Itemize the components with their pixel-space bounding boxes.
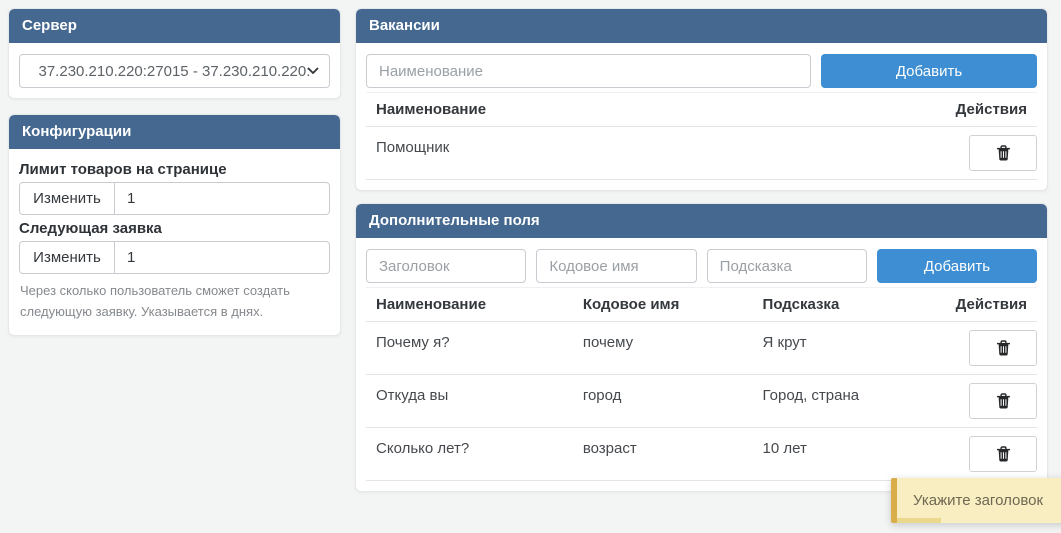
extra-fields-panel-body: Добавить Наименование Кодовое имя Подска… bbox=[356, 238, 1047, 491]
vacancies-panel-body: Добавить Наименование Действия Помощник bbox=[356, 43, 1047, 190]
config-panel-body: Лимит товаров на странице Изменить Следу… bbox=[9, 149, 340, 335]
field-hint-cell: Город, страна bbox=[753, 375, 946, 428]
server-panel-body: 37.230.210.220:27015 - 37.230.210.220:27… bbox=[9, 43, 340, 98]
toast-message: Укажите заголовок bbox=[913, 492, 1043, 509]
vacancies-col-actions: Действия bbox=[946, 93, 1037, 127]
field-name-cell: Откуда вы bbox=[366, 375, 573, 428]
vacancy-name-input[interactable] bbox=[366, 54, 811, 88]
config-panel-title: Конфигурации bbox=[22, 123, 131, 140]
chevron-down-icon bbox=[307, 67, 319, 75]
vacancy-add-button[interactable]: Добавить bbox=[821, 54, 1037, 88]
extra-fields-col-hint: Подсказка bbox=[753, 288, 946, 322]
right-column: Вакансии Добавить Наименование Действия bbox=[355, 8, 1048, 492]
trash-icon bbox=[996, 446, 1011, 463]
trash-icon bbox=[996, 393, 1011, 410]
extra-fields-table: Наименование Кодовое имя Подсказка Дейст… bbox=[366, 287, 1037, 481]
field-delete-button[interactable] bbox=[969, 436, 1037, 472]
page: Сервер 37.230.210.220:27015 - 37.230.210… bbox=[0, 0, 1061, 500]
trash-icon bbox=[996, 145, 1011, 162]
limit-field-label: Лимит товаров на странице bbox=[19, 161, 330, 178]
toast-notification[interactable]: Укажите заголовок bbox=[891, 478, 1061, 523]
table-row: Сколько лет? возраст 10 лет bbox=[366, 428, 1037, 481]
config-panel: Конфигурации Лимит товаров на странице И… bbox=[8, 114, 341, 336]
extra-field-code-input[interactable] bbox=[536, 249, 696, 283]
field-name-cell: Почему я? bbox=[366, 322, 573, 375]
extra-fields-panel-header: Дополнительные поля bbox=[356, 204, 1047, 238]
server-panel-header: Сервер bbox=[9, 9, 340, 43]
extra-field-add-row: Добавить bbox=[366, 249, 1037, 283]
extra-fields-col-name: Наименование bbox=[366, 288, 573, 322]
left-column: Сервер 37.230.210.220:27015 - 37.230.210… bbox=[8, 8, 341, 492]
next-request-help-text: Через сколько пользователь сможет создат… bbox=[20, 281, 329, 323]
vacancies-table: Наименование Действия Помощник bbox=[366, 92, 1037, 180]
extra-fields-col-code: Кодовое имя bbox=[573, 288, 753, 322]
vacancies-panel-title: Вакансии bbox=[369, 17, 440, 34]
extra-fields-panel-title: Дополнительные поля bbox=[369, 212, 540, 229]
server-select-value: 37.230.210.220:27015 - 37.230.210.220:27… bbox=[39, 63, 311, 80]
vacancies-table-header-row: Наименование Действия bbox=[366, 93, 1037, 127]
limit-input-group: Изменить bbox=[19, 182, 330, 215]
extra-fields-table-header-row: Наименование Кодовое имя Подсказка Дейст… bbox=[366, 288, 1037, 322]
vacancies-panel: Вакансии Добавить Наименование Действия bbox=[355, 8, 1048, 191]
next-request-input-group: Изменить bbox=[19, 241, 330, 274]
next-request-field-label: Следующая заявка bbox=[19, 220, 330, 237]
vacancies-panel-header: Вакансии bbox=[356, 9, 1047, 43]
field-hint-cell: 10 лет bbox=[753, 428, 946, 481]
extra-field-add-button[interactable]: Добавить bbox=[877, 249, 1037, 283]
limit-input[interactable] bbox=[115, 182, 330, 215]
extra-fields-col-actions: Действия bbox=[946, 288, 1037, 322]
extra-field-title-input[interactable] bbox=[366, 249, 526, 283]
vacancies-col-name: Наименование bbox=[366, 93, 946, 127]
extra-fields-panel: Дополнительные поля Добавить Наименовани… bbox=[355, 203, 1048, 492]
field-delete-button[interactable] bbox=[969, 330, 1037, 366]
field-delete-button[interactable] bbox=[969, 383, 1037, 419]
extra-field-hint-input[interactable] bbox=[707, 249, 867, 283]
table-row: Почему я? почему Я крут bbox=[366, 322, 1037, 375]
field-name-cell: Сколько лет? bbox=[366, 428, 573, 481]
trash-icon bbox=[996, 340, 1011, 357]
vacancy-name-cell: Помощник bbox=[366, 127, 946, 180]
toast-progress-bar bbox=[897, 518, 941, 523]
config-panel-header: Конфигурации bbox=[9, 115, 340, 149]
server-select[interactable]: 37.230.210.220:27015 - 37.230.210.220:27… bbox=[19, 54, 330, 88]
vacancy-add-row: Добавить bbox=[366, 54, 1037, 88]
limit-change-button[interactable]: Изменить bbox=[19, 182, 115, 215]
field-code-cell: почему bbox=[573, 322, 753, 375]
vacancy-delete-button[interactable] bbox=[969, 135, 1037, 171]
table-row: Откуда вы город Город, страна bbox=[366, 375, 1037, 428]
field-code-cell: возраст bbox=[573, 428, 753, 481]
next-request-input[interactable] bbox=[115, 241, 330, 274]
server-panel-title: Сервер bbox=[22, 17, 77, 34]
next-request-change-button[interactable]: Изменить bbox=[19, 241, 115, 274]
field-code-cell: город bbox=[573, 375, 753, 428]
table-row: Помощник bbox=[366, 127, 1037, 180]
server-panel: Сервер 37.230.210.220:27015 - 37.230.210… bbox=[8, 8, 341, 99]
field-hint-cell: Я крут bbox=[753, 322, 946, 375]
